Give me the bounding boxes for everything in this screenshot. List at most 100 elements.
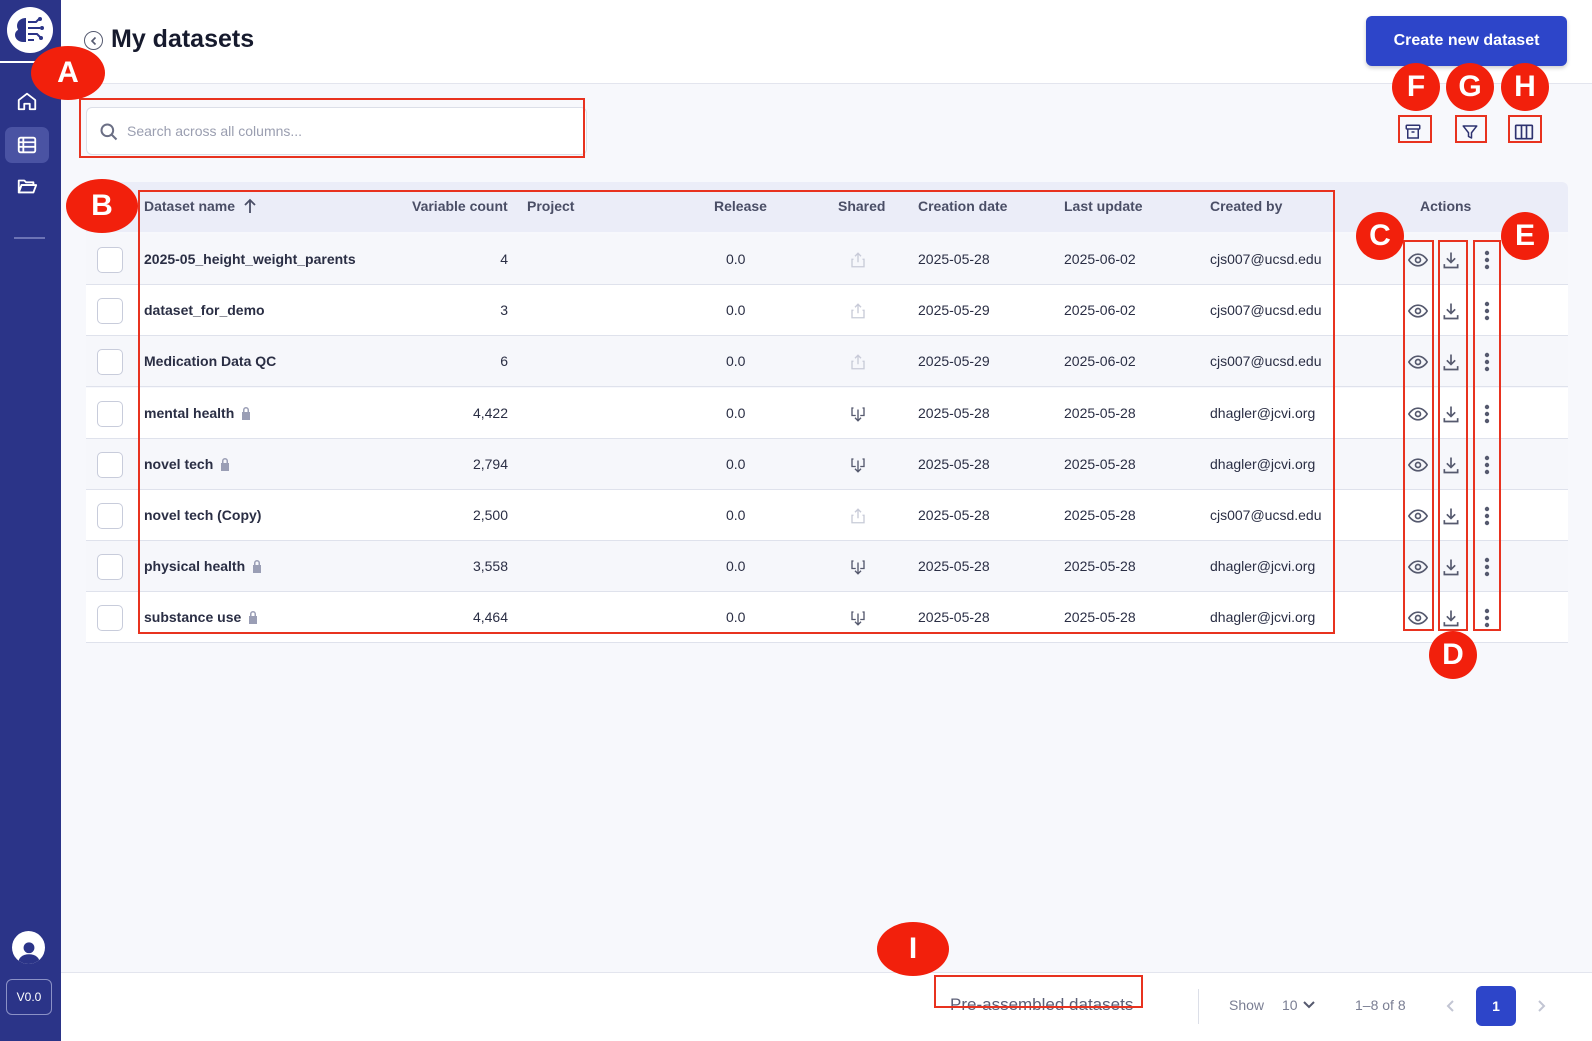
- table-row[interactable]: novel tech (Copy) 2,500 0.0 2025-05-28 2025-…: [86, 490, 1568, 541]
- dataset-name[interactable]: novel tech (Copy): [144, 507, 261, 523]
- row-checkbox[interactable]: [97, 349, 123, 376]
- column-actions: Actions: [1420, 198, 1472, 214]
- column-created-by[interactable]: Created by: [1210, 198, 1282, 214]
- version-badge: V0.0: [6, 979, 52, 1015]
- table-row[interactable]: dataset_for_demo 3 0.0 2025-05-29 2025-06-02…: [86, 285, 1568, 337]
- creation-date: 2025-05-28: [918, 251, 990, 267]
- download-button[interactable]: [1438, 298, 1464, 324]
- column-dataset-name[interactable]: Dataset name: [144, 198, 257, 214]
- creation-date: 2025-05-28: [918, 609, 990, 626]
- variable-count: 2,500: [472, 507, 508, 523]
- download-button[interactable]: [1438, 503, 1464, 529]
- variable-count: 4,422: [472, 404, 508, 421]
- table-row[interactable]: novel tech 2,794 0.0 2025-05-28 2025-05-28 dh…: [86, 438, 1568, 490]
- dataset-name[interactable]: novel tech: [144, 456, 231, 472]
- dataset-name[interactable]: mental health: [144, 405, 252, 421]
- dataset-name-text: mental health: [144, 404, 235, 421]
- view-button[interactable]: [1405, 452, 1431, 478]
- table-row[interactable]: mental health 4,422 0.0 2025-05-28 2025-05-2…: [86, 387, 1568, 439]
- archive-button[interactable]: [1398, 118, 1428, 146]
- more-actions-button[interactable]: [1474, 401, 1500, 427]
- nav-projects[interactable]: [5, 168, 49, 204]
- previous-page-button[interactable]: [1441, 995, 1461, 1017]
- search-box[interactable]: [86, 107, 587, 155]
- dataset-name[interactable]: physical health: [144, 558, 263, 574]
- shared-with-me-icon: [851, 458, 865, 473]
- view-button[interactable]: [1405, 503, 1431, 529]
- download-icon: [1443, 354, 1459, 371]
- shared-status[interactable]: [845, 298, 871, 324]
- search-input[interactable]: [127, 116, 577, 146]
- dataset-name[interactable]: Medication Data QC: [144, 353, 276, 369]
- more-actions-button[interactable]: [1474, 452, 1500, 478]
- download-button[interactable]: [1438, 349, 1464, 375]
- column-last-update[interactable]: Last update: [1064, 198, 1143, 214]
- table-row[interactable]: physical health 3,558 0.0 2025-05-28 2025-05…: [86, 541, 1568, 593]
- column-variable-count[interactable]: Variable count: [412, 198, 508, 214]
- view-button[interactable]: [1405, 401, 1431, 427]
- more-actions-button[interactable]: [1474, 349, 1500, 375]
- marker-e: E: [1501, 212, 1549, 260]
- shared-status[interactable]: [845, 247, 871, 273]
- table-row[interactable]: 2025-05_height_weight_parents 4 0.0 2025-05…: [86, 234, 1568, 285]
- created-by: cjs007@ucsd.edu: [1210, 302, 1322, 319]
- columns-button[interactable]: [1509, 118, 1539, 146]
- column-project[interactable]: Project: [527, 198, 574, 214]
- filter-button[interactable]: [1455, 118, 1485, 146]
- app-logo[interactable]: [7, 7, 53, 53]
- view-button[interactable]: [1405, 349, 1431, 375]
- download-icon: [1443, 559, 1459, 576]
- row-checkbox[interactable]: [97, 503, 123, 529]
- shared-with-me-icon: [851, 560, 865, 575]
- back-button[interactable]: [84, 31, 103, 50]
- row-checkbox[interactable]: [97, 247, 123, 273]
- eye-icon: [1408, 458, 1428, 472]
- download-button[interactable]: [1438, 554, 1464, 580]
- footer-separator: [1198, 989, 1199, 1024]
- more-actions-button[interactable]: [1474, 503, 1500, 529]
- shared-status[interactable]: [845, 349, 871, 375]
- more-actions-button[interactable]: [1474, 554, 1500, 580]
- download-icon: [1443, 457, 1459, 474]
- preassembled-datasets-link[interactable]: Pre-assembled datasets: [950, 995, 1133, 1015]
- row-checkbox[interactable]: [97, 400, 123, 427]
- row-checkbox[interactable]: [97, 298, 123, 325]
- table-row[interactable]: substance use 4,464 0.0 2025-05-28 2025-05-2…: [86, 592, 1568, 644]
- column-creation-date[interactable]: Creation date: [918, 198, 1007, 214]
- dataset-name[interactable]: dataset_for_demo: [144, 302, 265, 318]
- more-actions-button[interactable]: [1474, 298, 1500, 324]
- nav-datasets[interactable]: [5, 127, 49, 163]
- eye-icon: [1408, 509, 1428, 523]
- database-table-icon: [17, 136, 37, 154]
- download-button[interactable]: [1438, 247, 1464, 273]
- download-button[interactable]: [1438, 452, 1464, 478]
- shared-status[interactable]: [845, 503, 871, 529]
- more-vertical-icon: [1484, 250, 1490, 270]
- view-button[interactable]: [1405, 298, 1431, 324]
- created-by: dhagler@jcvi.org: [1210, 558, 1316, 575]
- page-button-current[interactable]: 1: [1476, 986, 1516, 1026]
- table-row[interactable]: Medication Data QC 6 0.0 2025-05-29 2025-06-…: [86, 336, 1568, 388]
- variable-count: 3,558: [472, 558, 508, 575]
- view-button[interactable]: [1405, 247, 1431, 273]
- create-dataset-button[interactable]: Create new dataset: [1366, 16, 1567, 66]
- more-actions-button[interactable]: [1474, 247, 1500, 273]
- column-release[interactable]: Release: [714, 198, 767, 214]
- row-checkbox[interactable]: [97, 554, 123, 581]
- row-checkbox[interactable]: [97, 605, 123, 632]
- release: 0.0: [726, 455, 746, 472]
- column-shared[interactable]: Shared: [838, 198, 885, 214]
- download-button[interactable]: [1438, 605, 1464, 631]
- page-title: My datasets: [111, 25, 255, 53]
- row-checkbox[interactable]: [97, 451, 123, 478]
- user-avatar[interactable]: [12, 931, 45, 964]
- download-button[interactable]: [1438, 401, 1464, 427]
- share-icon: [851, 303, 865, 319]
- view-button[interactable]: [1405, 605, 1431, 631]
- view-button[interactable]: [1405, 554, 1431, 580]
- next-page-button[interactable]: [1531, 995, 1551, 1017]
- page-size-select[interactable]: 10: [1282, 997, 1316, 1013]
- dataset-name[interactable]: substance use: [144, 609, 259, 625]
- dataset-name[interactable]: 2025-05_height_weight_parents: [144, 251, 356, 267]
- more-actions-button[interactable]: [1474, 605, 1500, 631]
